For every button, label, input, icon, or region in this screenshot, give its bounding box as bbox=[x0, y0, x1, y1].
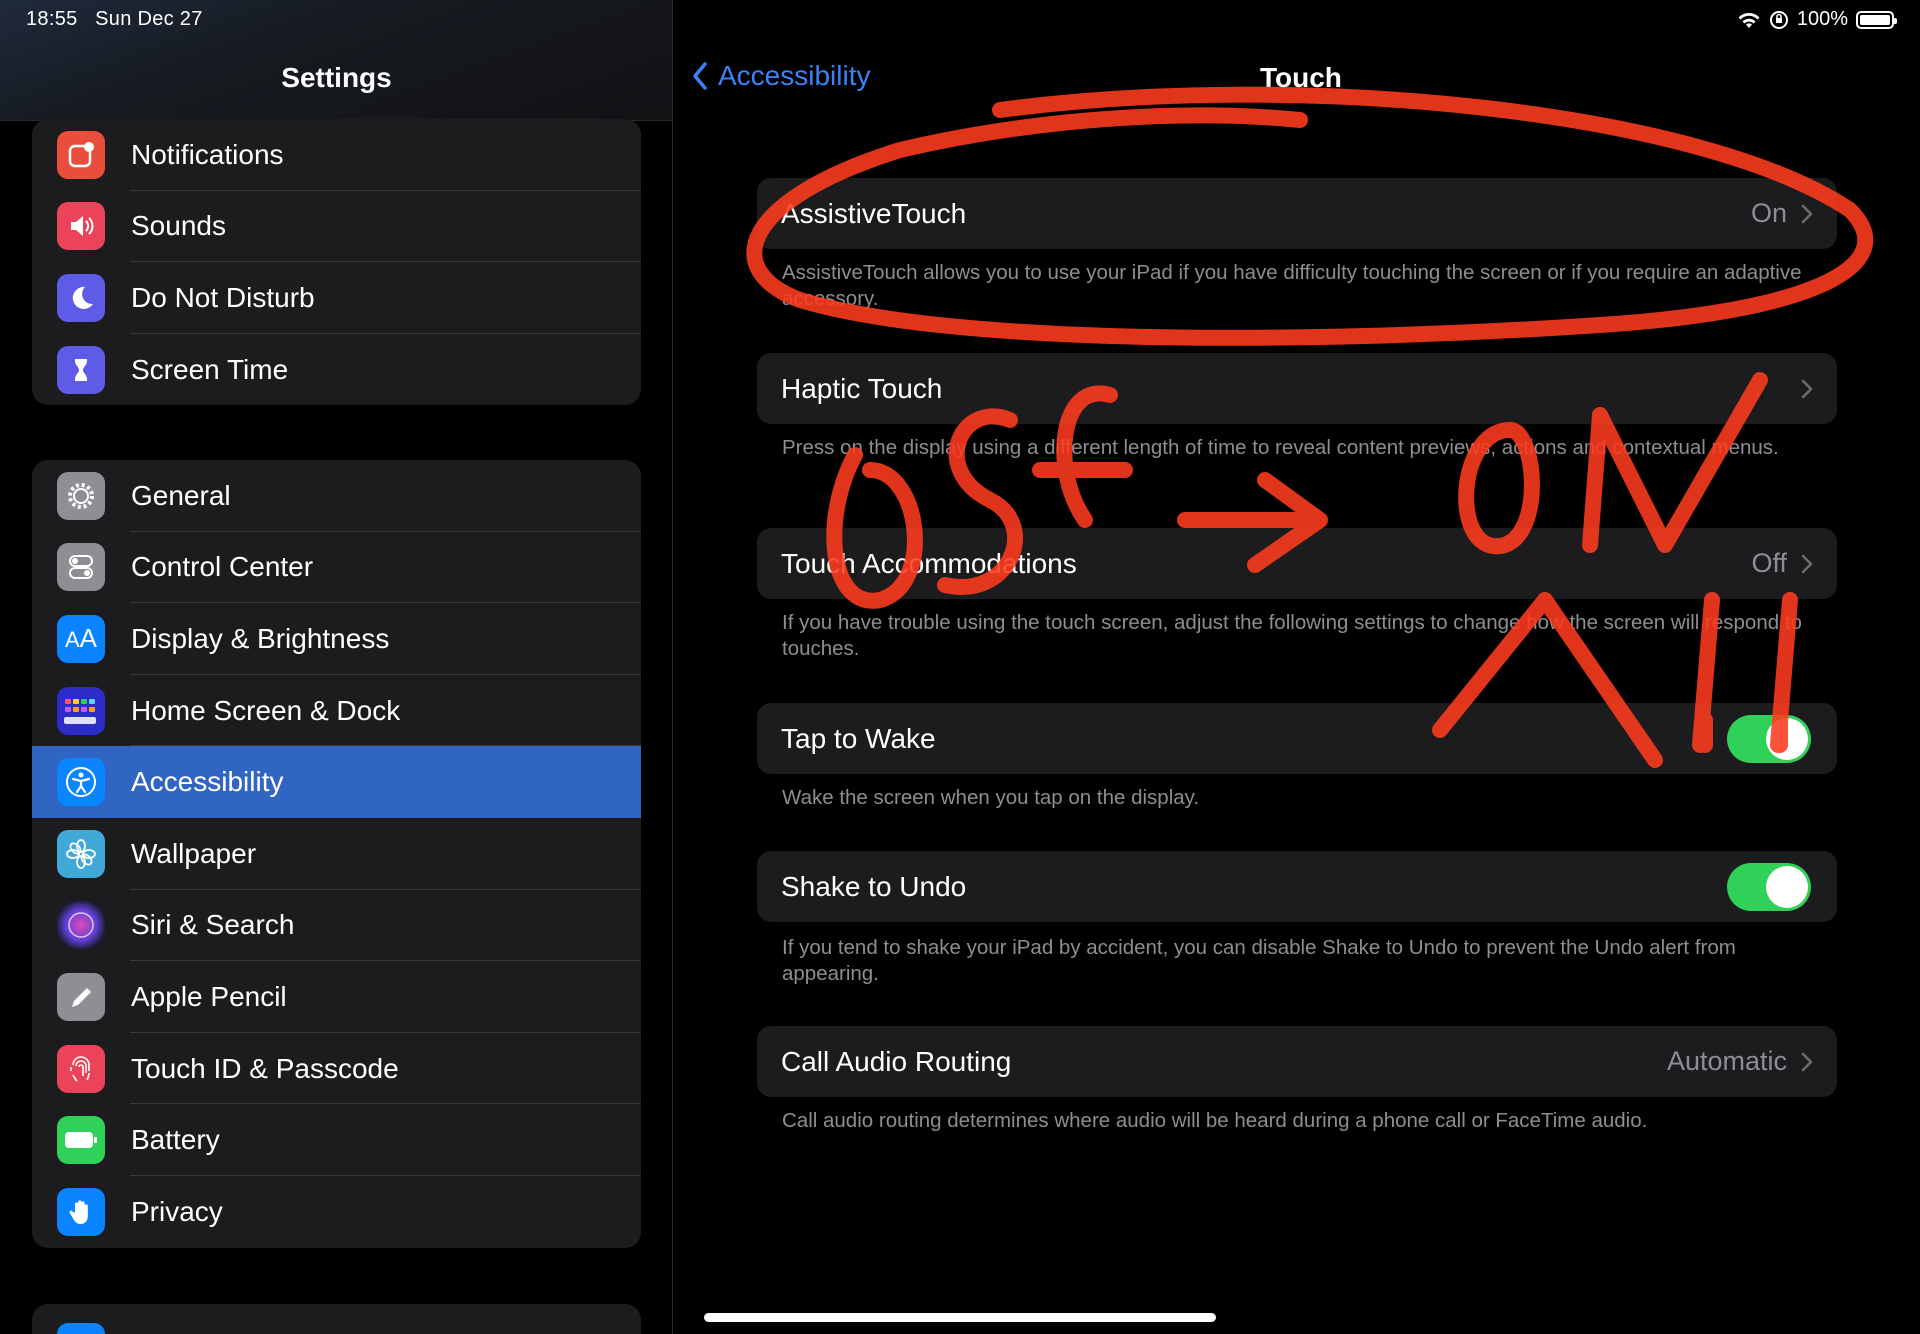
sidebar-item-privacy[interactable]: Privacy bbox=[32, 1176, 641, 1248]
row-label: AssistiveTouch bbox=[781, 197, 967, 229]
wifi-icon bbox=[1738, 12, 1760, 28]
assistivetouch-row[interactable]: AssistiveTouch On bbox=[757, 178, 1837, 249]
moon-icon bbox=[57, 273, 105, 322]
switches-icon bbox=[57, 543, 105, 592]
sidebar-item-label: General bbox=[131, 479, 231, 511]
sidebar-item-label: Screen Time bbox=[131, 353, 289, 385]
tap-to-wake-row: Tap to Wake bbox=[757, 703, 1837, 774]
sidebar-item-battery[interactable]: Battery bbox=[32, 1104, 641, 1176]
status-right: 100% bbox=[1737, 8, 1897, 31]
row-value: Automatic bbox=[1666, 1046, 1787, 1076]
toggle-knob bbox=[1766, 865, 1808, 908]
chevron-right-icon bbox=[1801, 379, 1813, 398]
sidebar-item-accessibility[interactable]: Accessibility bbox=[32, 746, 641, 818]
sidebar-item-control-center[interactable]: Control Center bbox=[32, 532, 641, 604]
orientation-lock-icon bbox=[1769, 10, 1788, 29]
row-value: Off bbox=[1751, 548, 1787, 578]
shake-to-undo-row: Shake to Undo bbox=[757, 851, 1837, 922]
chevron-right-icon bbox=[1801, 1052, 1813, 1071]
chevron-right-icon bbox=[1801, 204, 1813, 223]
back-button[interactable]: Accessibility bbox=[692, 60, 870, 92]
row-label: Haptic Touch bbox=[781, 372, 943, 404]
siri-icon bbox=[57, 901, 105, 950]
fingerprint-icon bbox=[57, 1044, 105, 1093]
settings-group-3-partial bbox=[32, 1304, 641, 1334]
sidebar-item-touch-id-passcode[interactable]: Touch ID & Passcode bbox=[32, 1033, 641, 1105]
text-size-icon: AA bbox=[57, 614, 105, 663]
page-title: Touch bbox=[1260, 62, 1342, 93]
sidebar-item-label: Touch ID & Passcode bbox=[131, 1052, 399, 1084]
sidebar-item-label: Do Not Disturb bbox=[131, 281, 315, 313]
settings-group-2: General Control Center AA Display & Brig… bbox=[32, 460, 641, 1248]
gear-icon bbox=[57, 471, 105, 520]
sidebar-item-label: Apple Pencil bbox=[131, 980, 287, 1012]
row-label: Touch Accommodations bbox=[781, 547, 1077, 579]
sidebar-item-label: Home Screen & Dock bbox=[131, 694, 401, 726]
haptic-touch-footer: Press on the display using a different l… bbox=[782, 436, 1779, 459]
sidebar-item-notifications[interactable]: Notifications bbox=[32, 119, 641, 191]
app-grid-icon bbox=[57, 686, 105, 735]
chevron-right-icon bbox=[1801, 554, 1813, 573]
chevron-left-icon bbox=[693, 62, 707, 90]
sidebar-item-label: Siri & Search bbox=[131, 909, 295, 941]
sidebar-item-label: Notifications bbox=[131, 138, 284, 170]
battery-status-icon bbox=[1856, 10, 1897, 29]
sidebar-item-label: Sounds bbox=[131, 210, 226, 242]
sidebar-item-label: Battery bbox=[131, 1124, 220, 1156]
call-audio-routing-footer: Call audio routing determines where audi… bbox=[782, 1109, 1648, 1132]
home-indicator bbox=[704, 1313, 1216, 1322]
sidebar-item-label: Display & Brightness bbox=[131, 622, 390, 654]
sidebar-item-home-screen-dock[interactable]: Home Screen & Dock bbox=[32, 675, 641, 747]
battery-percent: 100% bbox=[1796, 8, 1848, 30]
status-time: 18:55 Sun Dec 27 bbox=[26, 8, 203, 30]
sidebar-item-label: Accessibility bbox=[131, 766, 284, 798]
row-value: On bbox=[1750, 198, 1787, 228]
sidebar-item-general[interactable]: General bbox=[32, 460, 641, 532]
row-label: Shake to Undo bbox=[781, 870, 967, 902]
app-store-icon bbox=[57, 1322, 105, 1334]
sidebar-item-display-brightness[interactable]: AA Display & Brightness bbox=[32, 603, 641, 675]
hand-icon bbox=[57, 1187, 105, 1236]
notifications-icon bbox=[57, 130, 105, 179]
accessibility-icon bbox=[57, 758, 105, 807]
sidebar-item-label: Privacy bbox=[131, 1195, 223, 1227]
sidebar-item-label: Wallpaper bbox=[131, 837, 257, 869]
sidebar-item-app-store[interactable] bbox=[32, 1304, 641, 1334]
sidebar-item-label: Control Center bbox=[131, 551, 314, 583]
flower-icon bbox=[57, 829, 105, 878]
tap-to-wake-footer: Wake the screen when you tap on the disp… bbox=[782, 786, 1200, 809]
battery-icon bbox=[57, 1116, 105, 1165]
sounds-icon bbox=[57, 202, 105, 251]
hourglass-icon bbox=[57, 345, 105, 394]
sidebar-item-wallpaper[interactable]: Wallpaper bbox=[32, 818, 641, 890]
sidebar-item-do-not-disturb[interactable]: Do Not Disturb bbox=[32, 262, 641, 334]
toggle-knob bbox=[1766, 717, 1808, 760]
tap-to-wake-toggle[interactable] bbox=[1727, 714, 1811, 763]
pencil-icon bbox=[57, 972, 105, 1021]
sidebar-title: Settings bbox=[281, 62, 392, 93]
sidebar-item-screen-time[interactable]: Screen Time bbox=[32, 334, 641, 406]
call-audio-routing-row[interactable]: Call Audio Routing Automatic bbox=[757, 1026, 1837, 1097]
touch-accommodations-row[interactable]: Touch Accommodations Off bbox=[757, 528, 1837, 599]
row-label: Tap to Wake bbox=[781, 722, 936, 754]
sidebar: Settings Notifications Sounds Do Not Dis… bbox=[0, 0, 673, 1334]
settings-group-1: Notifications Sounds Do Not Disturb Scre… bbox=[32, 119, 641, 406]
sidebar-item-sounds[interactable]: Sounds bbox=[32, 191, 641, 263]
shake-to-undo-footer: If you tend to shake your iPad by accide… bbox=[782, 936, 1736, 985]
sidebar-item-apple-pencil[interactable]: Apple Pencil bbox=[32, 961, 641, 1033]
sidebar-item-siri-search[interactable]: Siri & Search bbox=[32, 890, 641, 962]
shake-to-undo-toggle[interactable] bbox=[1727, 862, 1811, 911]
touch-accommodations-footer: If you have trouble using the touch scre… bbox=[782, 611, 1802, 660]
haptic-touch-row[interactable]: Haptic Touch bbox=[757, 353, 1837, 424]
status-bar: 18:55 Sun Dec 27 100% bbox=[0, 0, 1920, 40]
back-label: Accessibility bbox=[718, 60, 871, 91]
assistivetouch-footer: AssistiveTouch allows you to use your iP… bbox=[782, 261, 1802, 310]
row-label: Call Audio Routing bbox=[781, 1045, 1012, 1077]
